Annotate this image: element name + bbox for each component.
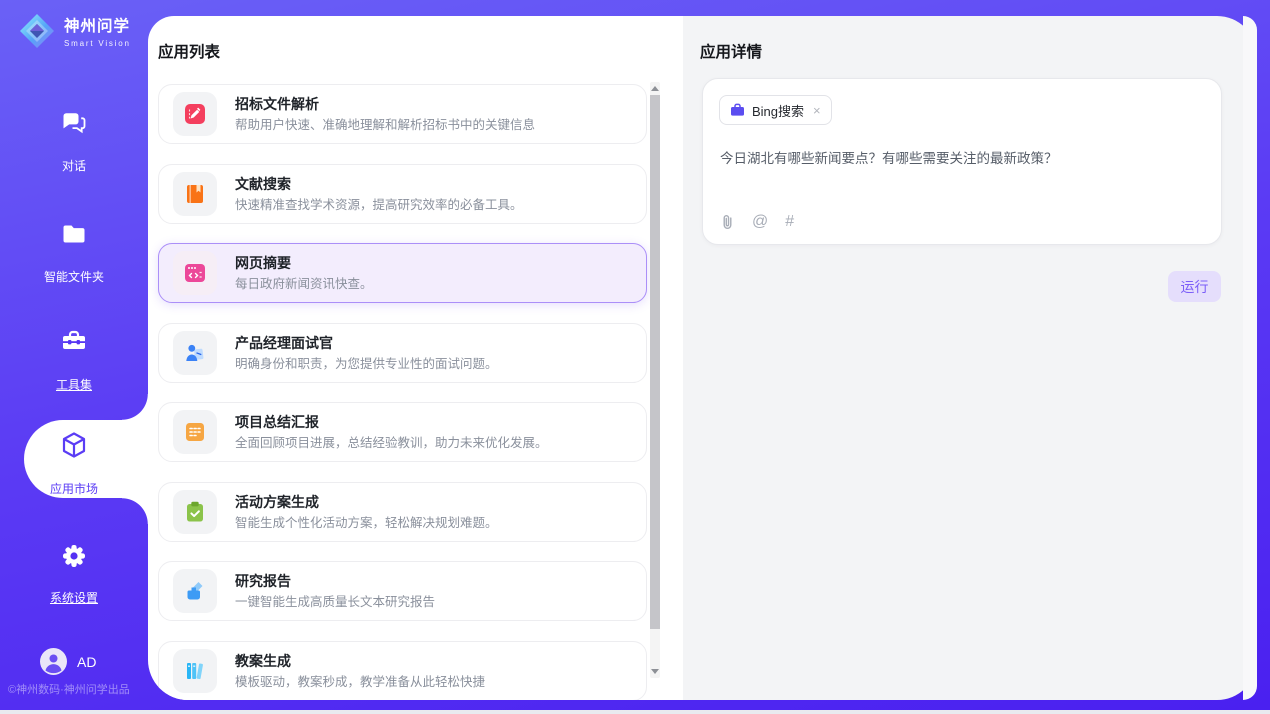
sidebar-item-label: 系统设置 (50, 589, 98, 606)
hash-icon[interactable]: # (785, 214, 794, 230)
app-card-title: 活动方案生成 (235, 493, 498, 511)
app-card-desc: 一键智能生成高质量长文本研究报告 (235, 594, 435, 611)
app-card[interactable]: 研究报告 一键智能生成高质量长文本研究报告 (158, 561, 647, 621)
document-edit-icon (173, 92, 217, 136)
app-card-title: 教案生成 (235, 652, 485, 670)
attachment-icon[interactable] (720, 213, 735, 231)
tool-tag-chip[interactable]: Bing搜索 × (719, 95, 832, 125)
web-window-icon (173, 251, 217, 295)
sidebar-item-label: 应用市场 (50, 480, 98, 497)
app-detail-panel: 应用详情 Bing搜索 × 今日湖北有哪些新闻要点？有哪些需要关注的最新政策？ … (683, 16, 1257, 700)
app-card-selected[interactable]: 网页摘要 每日政府新闻资讯快查。 (158, 243, 647, 303)
sidebar-item-label: 工具集 (56, 376, 92, 393)
sidebar-item-smart-folder[interactable]: 智能文件夹 (0, 220, 148, 285)
app-card-desc: 明确身份和职责，为您提供专业性的面试问题。 (235, 356, 498, 373)
scroll-down-arrow-icon[interactable] (651, 669, 659, 674)
tag-close-icon[interactable]: × (813, 104, 821, 117)
run-button[interactable]: 运行 (1168, 271, 1221, 302)
bottom-strip (0, 710, 1270, 714)
clipboard-check-icon (173, 490, 217, 534)
ink-pen-icon (173, 569, 217, 613)
app-list-title: 应用列表 (158, 40, 220, 62)
app-window: 应用列表 招标文件解析 帮助用户快速、准确地理解和解析招标书中的关键信息 文献搜… (0, 0, 1270, 714)
sidebar: 神州问学 Smart Vision 对话 智能文件夹 工具集 (0, 0, 148, 710)
app-card[interactable]: 项目总结汇报 全面回顾项目进展，总结经验教训，助力未来优化发展。 (158, 402, 647, 462)
prompt-toolbar: @ # (720, 213, 794, 231)
app-card[interactable]: 活动方案生成 智能生成个性化活动方案，轻松解决规划难题。 (158, 482, 647, 542)
brand-tagline: Smart Vision (64, 39, 131, 48)
app-card-title: 研究报告 (235, 572, 435, 590)
sidebar-item-label: 智能文件夹 (44, 268, 104, 285)
app-card-desc: 模板驱动，教案秒成，教学准备从此轻松快捷 (235, 674, 485, 691)
sidebar-item-toolkit[interactable]: 工具集 (0, 328, 148, 393)
mention-icon[interactable]: @ (752, 214, 768, 230)
user-name: AD (77, 654, 96, 670)
note-icon (173, 410, 217, 454)
app-card-desc: 每日政府新闻资讯快查。 (235, 276, 373, 293)
app-card-desc: 快速精准查找学术资源，提高研究效率的必备工具。 (235, 197, 523, 214)
brand-logo: 神州问学 Smart Vision (17, 11, 131, 51)
list-scrollbar[interactable] (650, 82, 660, 678)
copyright-footer: ©神州数码·神州问学出品 (8, 681, 130, 697)
app-card[interactable]: 产品经理面试官 明确身份和职责，为您提供专业性的面试问题。 (158, 323, 647, 383)
sidebar-item-settings[interactable]: 系统设置 (0, 543, 148, 606)
books-icon (173, 649, 217, 693)
avatar (40, 648, 67, 675)
user-account[interactable]: AD (40, 648, 96, 675)
prompt-card: Bing搜索 × 今日湖北有哪些新闻要点？有哪些需要关注的最新政策？ @ # (702, 78, 1222, 245)
scrollbar-thumb[interactable] (650, 95, 660, 629)
brand-name: 神州问学 (64, 14, 131, 36)
app-card-desc: 智能生成个性化活动方案，轻松解决规划难题。 (235, 515, 498, 532)
interviewer-icon (173, 331, 217, 375)
gear-icon (0, 543, 148, 569)
prompt-textbox[interactable]: 今日湖北有哪些新闻要点？有哪些需要关注的最新政策？ (720, 149, 1199, 168)
toolbox-icon (0, 328, 148, 356)
app-card[interactable]: 教案生成 模板驱动，教案秒成，教学准备从此轻松快捷 (158, 641, 647, 700)
book-icon (173, 172, 217, 216)
app-card-title: 文献搜索 (235, 175, 523, 193)
scroll-up-arrow-icon[interactable] (651, 86, 659, 91)
sidebar-item-label: 对话 (62, 157, 86, 174)
app-card-title: 项目总结汇报 (235, 413, 548, 431)
sidebar-item-app-market[interactable]: 应用市场 (0, 430, 148, 497)
app-card-title: 招标文件解析 (235, 95, 535, 113)
chat-icon (0, 109, 148, 137)
app-card-desc: 全面回顾项目进展，总结经验教训，助力未来优化发展。 (235, 435, 548, 452)
app-card-title: 产品经理面试官 (235, 334, 498, 352)
app-card[interactable]: 文献搜索 快速精准查找学术资源，提高研究效率的必备工具。 (158, 164, 647, 224)
brand-logo-icon (17, 11, 57, 51)
sidebar-item-chat[interactable]: 对话 (0, 109, 148, 174)
app-card-title: 网页摘要 (235, 254, 373, 272)
app-detail-title: 应用详情 (700, 40, 762, 62)
tool-tag-label: Bing搜索 (752, 101, 804, 120)
cube-icon (0, 430, 148, 460)
app-list-panel: 应用列表 招标文件解析 帮助用户快速、准确地理解和解析招标书中的关键信息 文献搜… (148, 16, 683, 700)
app-card-desc: 帮助用户快速、准确地理解和解析招标书中的关键信息 (235, 117, 535, 134)
detail-scrollbar-track[interactable] (1243, 16, 1257, 700)
briefcase-icon (730, 103, 745, 117)
folder-icon (0, 220, 148, 248)
app-card[interactable]: 招标文件解析 帮助用户快速、准确地理解和解析招标书中的关键信息 (158, 84, 647, 144)
